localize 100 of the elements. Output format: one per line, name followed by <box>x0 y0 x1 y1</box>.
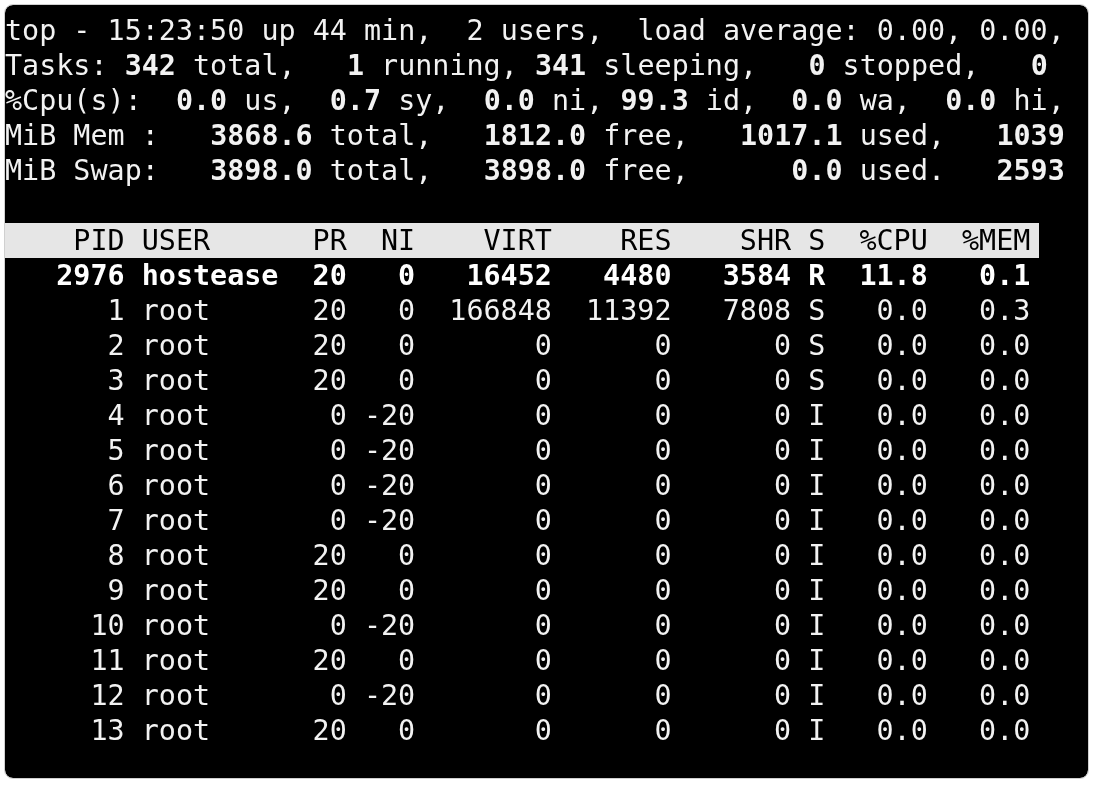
table-cell-text: 0.3 <box>978 293 1031 328</box>
table-cell-text: 0.0 <box>875 643 928 678</box>
column-header: %MEM <box>960 223 1031 258</box>
table-cell: I <box>808 713 826 748</box>
table-cell-text: 2 <box>106 328 125 363</box>
table-cell-text: 0 <box>653 468 672 503</box>
table-cell-text: root <box>141 608 212 643</box>
table-cell-text: 0.0 <box>978 573 1031 608</box>
table-cell-text: 0 <box>773 713 792 748</box>
table-cell-text: 0 <box>653 503 672 538</box>
table-cell-text: 0.0 <box>978 713 1031 748</box>
table-cell-text: 0 <box>653 433 672 468</box>
table-cell-text: 7 <box>106 503 125 538</box>
table-cell-text: 0.0 <box>978 643 1031 678</box>
table-cell-text: 0.0 <box>875 433 928 468</box>
table-cell-text: root <box>141 643 212 678</box>
table-cell-text: 0.0 <box>978 538 1031 573</box>
table-cell-text: 0.0 <box>978 608 1031 643</box>
table-cell-text: 0 <box>773 573 792 608</box>
column-header: USER <box>141 223 212 258</box>
table-cell-text: 0 <box>533 678 552 713</box>
table-cell-text: 11392 <box>585 293 672 328</box>
column-header: S <box>808 223 826 258</box>
column-header: %CPU <box>858 223 928 258</box>
table-cell-text: 10 <box>89 608 125 643</box>
table-cell-text: 0.0 <box>978 328 1031 363</box>
table-cell-text: 3 <box>106 363 125 398</box>
table-cell-text: 9 <box>106 573 125 608</box>
table-cell-text: 20 <box>311 363 347 398</box>
table-cell-text: 0 <box>328 433 347 468</box>
table-cell-text: 0 <box>773 643 792 678</box>
table-cell-text: 0 <box>533 328 552 363</box>
column-header: SHR <box>738 223 792 258</box>
table-cell: I <box>808 678 826 713</box>
table-cell-text: 166848 <box>448 293 552 328</box>
table-cell-text: 4480 <box>602 258 672 293</box>
table-cell-text: 0.0 <box>875 293 928 328</box>
table-cell-text: 0 <box>397 538 416 573</box>
table-cell-text: 0.0 <box>875 713 928 748</box>
table-cell-text: 0 <box>653 363 672 398</box>
table-cell-text: 0 <box>397 328 416 363</box>
table-cell-text: root <box>141 468 212 503</box>
column-header: PID <box>72 223 125 258</box>
table-cell-text: 0 <box>328 678 347 713</box>
table-cell-text: 0 <box>328 398 347 433</box>
table-cell-text: 0 <box>773 433 792 468</box>
table-cell: -20 <box>363 678 416 713</box>
column-header: VIRT <box>482 223 552 258</box>
table-cell-text: 0.0 <box>978 433 1031 468</box>
table-cell-text: 0.0 <box>875 608 928 643</box>
table-cell-text: 0.0 <box>875 503 928 538</box>
table-cell-text: 7808 <box>721 293 792 328</box>
table-cell-text: 0 <box>653 573 672 608</box>
table-cell-text: 16452 <box>465 258 552 293</box>
table-cell-text: 0.0 <box>978 503 1031 538</box>
table-cell-text: root <box>141 678 212 713</box>
table-cell-text: 11.8 <box>858 258 928 293</box>
table-cell-text: 20 <box>311 258 347 293</box>
table-cell-text: 0 <box>653 713 672 748</box>
table-cell-text: 0 <box>773 678 792 713</box>
summary-line: %Cpu(s): 0.0 us, 0.7 sy, 0.0 ni, 99.3 id, 0.0 wa, 0.0 hi, <box>5 83 1065 118</box>
table-cell-text: root <box>141 573 212 608</box>
table-cell-text: 0 <box>533 713 552 748</box>
table-cell-text: 20 <box>311 538 347 573</box>
table-cell: I <box>808 573 826 608</box>
table-cell-text: 0.0 <box>978 678 1031 713</box>
table-cell-text: 0.0 <box>875 678 928 713</box>
table-cell-text: 0 <box>533 643 552 678</box>
table-cell: S <box>808 363 826 398</box>
table-cell: I <box>808 643 826 678</box>
table-cell-text: 0 <box>653 643 672 678</box>
table-cell-text: 0.0 <box>978 398 1031 433</box>
table-cell-text: 0.0 <box>978 363 1031 398</box>
table-cell-text: root <box>141 293 212 328</box>
summary-line: top - 15:23:50 up 44 min, 2 users, load average: 0.00, 0.00, <box>5 13 1065 48</box>
table-cell-text: 0.0 <box>875 538 928 573</box>
table-cell-text: 20 <box>311 573 347 608</box>
table-cell-text: 20 <box>311 643 347 678</box>
table-cell-text: 4 <box>106 398 125 433</box>
table-cell: -20 <box>363 503 416 538</box>
table-cell-text: root <box>141 538 212 573</box>
table-cell: R <box>808 258 826 293</box>
table-cell-text: 1 <box>106 293 125 328</box>
table-cell-text: 3584 <box>721 258 792 293</box>
table-cell-text: 0 <box>397 643 416 678</box>
table-cell-text: 0.0 <box>875 573 928 608</box>
table-cell-text: 20 <box>311 328 347 363</box>
table-cell-text: 0.0 <box>875 363 928 398</box>
summary-line: Tasks: 342 total, 1 running, 341 sleeping, 0 stopped, 0 <box>5 48 1048 83</box>
table-cell-text: 0 <box>328 608 347 643</box>
table-cell-text: 0.0 <box>978 468 1031 503</box>
table-cell-text: 0.0 <box>875 328 928 363</box>
table-cell: I <box>808 433 826 468</box>
table-cell-text: 0 <box>328 468 347 503</box>
table-cell-text: 0 <box>397 363 416 398</box>
summary-line: MiB Swap: 3898.0 total, 3898.0 free, 0.0 used. 2593 <box>5 153 1065 188</box>
table-cell-text: root <box>141 363 212 398</box>
table-cell-text: 0 <box>773 503 792 538</box>
table-cell-text: 0 <box>533 433 552 468</box>
table-cell-text: 6 <box>106 468 125 503</box>
